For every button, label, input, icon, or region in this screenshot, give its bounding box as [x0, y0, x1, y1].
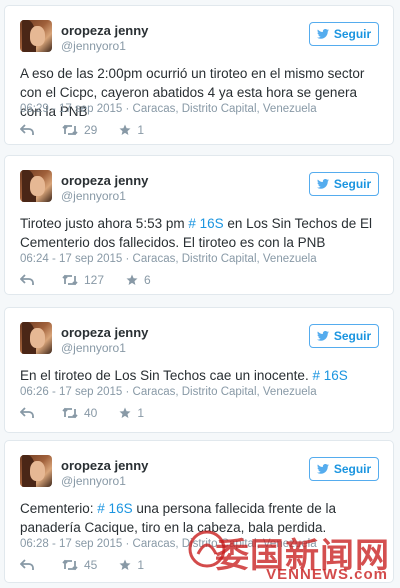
retweet-count: 29: [84, 123, 98, 137]
reply-button[interactable]: [20, 407, 40, 419]
reply-icon: [20, 559, 34, 570]
follow-label: Seguir: [333, 462, 372, 476]
author-name[interactable]: oropeza jenny: [61, 23, 148, 38]
reply-icon: [20, 407, 34, 418]
avatar[interactable]: [20, 170, 52, 202]
retweet-icon: [62, 559, 78, 571]
tweet-timestamp-location[interactable]: 06:29 - 17 sep 2015 · Caracas, Distrito …: [20, 103, 317, 115]
retweet-icon: [62, 407, 78, 419]
hashtag-link[interactable]: # 16S: [97, 501, 132, 516]
reply-button[interactable]: [20, 559, 40, 571]
retweet-button[interactable]: 45: [62, 558, 97, 572]
tweet-timestamp-location[interactable]: 06:26 - 17 sep 2015 · Caracas, Distrito …: [20, 386, 317, 398]
follow-button[interactable]: Seguir: [309, 324, 379, 348]
tweet-timestamp-location[interactable]: 06:28 - 17 sep 2015 · Caracas, Distrito …: [20, 538, 317, 550]
tweet-text: Tiroteo justo ahora 5:53 pm # 16S en Los…: [20, 216, 372, 250]
follow-button[interactable]: Seguir: [309, 457, 379, 481]
retweet-button[interactable]: 127: [62, 273, 104, 287]
twitter-bird-icon: [316, 331, 329, 341]
author-handle[interactable]: @jennyoro1: [61, 189, 126, 203]
star-icon: [119, 407, 131, 418]
hashtag-link[interactable]: # 16S: [312, 368, 347, 383]
retweet-button[interactable]: 29: [62, 123, 97, 137]
like-count: 1: [137, 406, 145, 420]
tweet-card: oropeza jenny @jennyoro1 Seguir En el ti…: [4, 307, 394, 433]
tweet-actions: 29 1: [20, 122, 166, 138]
tweet-actions: 45 1: [20, 557, 166, 573]
tweet-actions: 40 1: [20, 405, 166, 421]
tweet-card: oropeza jenny @jennyoro1 Seguir A eso de…: [4, 5, 394, 145]
hashtag-link[interactable]: # 16S: [188, 216, 223, 231]
author-handle[interactable]: @jennyoro1: [61, 341, 126, 355]
like-count: 1: [137, 558, 145, 572]
author-handle[interactable]: @jennyoro1: [61, 39, 126, 53]
tweet-text: En el tiroteo de Los Sin Techos cae un i…: [20, 368, 348, 383]
retweet-count: 40: [84, 406, 98, 420]
tweet-card: oropeza jenny @jennyoro1 Seguir Tiroteo …: [4, 155, 394, 295]
author-name[interactable]: oropeza jenny: [61, 458, 148, 473]
star-icon: [126, 274, 138, 285]
star-icon: [119, 124, 131, 135]
like-button[interactable]: 1: [119, 123, 144, 137]
tweet-actions: 127 6: [20, 272, 173, 288]
tweet-text: Cementerio: # 16S una persona fallecida …: [20, 501, 336, 535]
like-count: 6: [144, 273, 151, 287]
follow-label: Seguir: [333, 329, 372, 343]
tweet-timestamp-location[interactable]: 06:24 - 17 sep 2015 · Caracas, Distrito …: [20, 253, 317, 265]
retweet-icon: [62, 274, 78, 286]
retweet-count: 45: [84, 558, 98, 572]
reply-icon: [20, 274, 34, 285]
like-count: 1: [137, 123, 145, 137]
star-icon: [119, 559, 131, 570]
follow-button[interactable]: Seguir: [309, 172, 379, 196]
author-name[interactable]: oropeza jenny: [61, 173, 148, 188]
reply-button[interactable]: [20, 274, 40, 286]
avatar[interactable]: [20, 20, 52, 52]
like-button[interactable]: 1: [119, 558, 144, 572]
follow-label: Seguir: [333, 177, 372, 191]
reply-icon: [20, 124, 34, 135]
follow-button[interactable]: Seguir: [309, 22, 379, 46]
follow-label: Seguir: [333, 27, 372, 41]
reply-button[interactable]: [20, 124, 40, 136]
like-button[interactable]: 6: [126, 273, 151, 287]
twitter-bird-icon: [316, 29, 329, 39]
like-button[interactable]: 1: [119, 406, 144, 420]
twitter-bird-icon: [316, 464, 329, 474]
author-handle[interactable]: @jennyoro1: [61, 474, 126, 488]
author-name[interactable]: oropeza jenny: [61, 325, 148, 340]
avatar[interactable]: [20, 455, 52, 487]
retweet-icon: [62, 124, 78, 136]
retweet-count: 127: [84, 273, 105, 287]
retweet-button[interactable]: 40: [62, 406, 97, 420]
avatar[interactable]: [20, 322, 52, 354]
twitter-bird-icon: [316, 179, 329, 189]
tweet-card: oropeza jenny @jennyoro1 Seguir Cementer…: [4, 440, 394, 583]
